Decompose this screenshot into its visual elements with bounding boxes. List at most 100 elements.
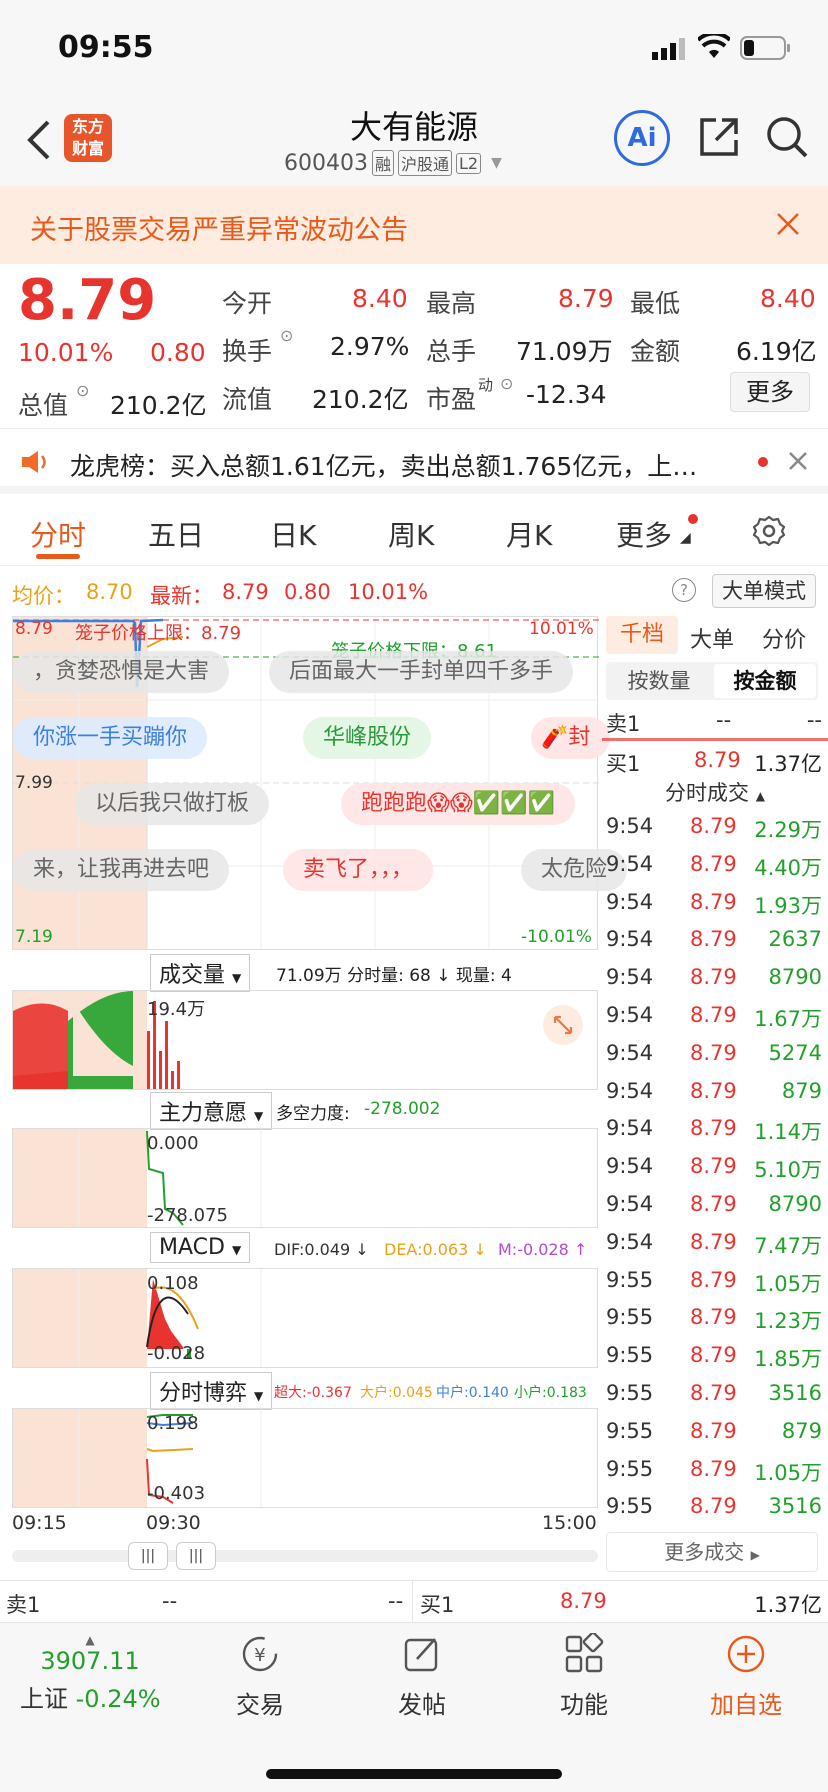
tick-time: 9:55	[606, 1494, 654, 1519]
latest-value: 8.79	[222, 580, 269, 604]
right-tabs: 千档 大单 分价	[602, 614, 828, 658]
home-indicator	[266, 1769, 562, 1779]
game-indicator-select[interactable]: 分时博弈 ▼	[150, 1372, 273, 1410]
expand-icon[interactable]	[543, 1005, 583, 1045]
tick-price: 8.79	[690, 1078, 737, 1103]
nav-function[interactable]: 功能	[514, 1631, 654, 1720]
open-value: 8.40	[352, 284, 408, 313]
tick-price: 8.79	[690, 1116, 737, 1141]
tick-volume: 1.93万	[754, 893, 822, 918]
tick-row: 9:55 8.79 1.05万	[602, 1457, 828, 1493]
big-order-mode-button[interactable]: 大单模式	[712, 574, 816, 608]
info-icon[interactable]: ⊙	[500, 374, 513, 393]
tag-margin: 融	[371, 150, 394, 176]
tab-5day[interactable]: 五日	[148, 514, 204, 554]
intraday-price-chart[interactable]: 8.79 笼子价格上限：8.79 笼子价格下限：8.61 10.01% 7.99…	[12, 616, 628, 950]
tick-row: 9:55 8.79 879	[602, 1419, 828, 1455]
trade-icon: ¥	[242, 1636, 278, 1672]
latest-label: 最新：	[150, 584, 213, 608]
tick-row: 9:54 8.79 5274	[602, 1041, 828, 1077]
force-chart[interactable]: 0.000 -278.075	[12, 1128, 598, 1228]
tick-row: 9:55 8.79 3516	[602, 1381, 828, 1417]
volume-chart-svg	[13, 991, 180, 1089]
volume-chart[interactable]: 19.4万	[12, 990, 598, 1090]
danmu-bubble[interactable]: 🧨封	[531, 717, 611, 759]
more-button[interactable]: 更多	[730, 372, 810, 412]
tab-big-order[interactable]: 大单	[690, 622, 734, 654]
subtab-by-amount[interactable]: 按金额	[714, 664, 816, 698]
gear-icon[interactable]	[752, 514, 786, 552]
danmu-bubble[interactable]: 跑跑跑😱😱✅✅✅	[341, 783, 576, 825]
ai-button[interactable]: Ai	[614, 110, 670, 166]
macd-panel-header: MACD ▼ DIF:0.049 ↓ DEA:0.063 ↓ M:-0.028 …	[12, 1230, 598, 1268]
tab-daily-k[interactable]: 日K	[270, 514, 316, 554]
tick-volume: 5.10万	[754, 1158, 822, 1183]
quote-panel: 8.79 10.01% 0.80 总值 ⊙ 210.2亿 今开 8.40 最高 …	[0, 264, 828, 424]
index-quote[interactable]: ▲ 3907.11 上证 -0.24%	[20, 1633, 161, 1714]
tab-intraday[interactable]: 分时	[30, 514, 86, 554]
force-indicator-select[interactable]: 主力意愿 ▼	[150, 1092, 273, 1130]
index-name: 上证	[20, 1685, 68, 1713]
wifi-icon	[696, 31, 732, 64]
close-icon[interactable]	[776, 212, 800, 240]
scroll-handle-left[interactable]: |||	[128, 1542, 168, 1570]
info-icon[interactable]: ⊙	[280, 326, 293, 345]
macd-m: M:-0.028 ↑	[498, 1240, 588, 1259]
notice-banner[interactable]: 关于股票交易严重异常波动公告	[0, 186, 828, 264]
danmu-bubble[interactable]: 以后我只做打板	[75, 783, 270, 825]
change-pct: 10.01%	[18, 338, 114, 367]
info-icon[interactable]: ⊙	[76, 381, 89, 400]
tab-weekly-k[interactable]: 周K	[388, 514, 434, 554]
avg-value: 8.70	[86, 580, 133, 604]
danmu-bubble[interactable]: 后面最大一手封单四千多手	[269, 651, 574, 693]
tick-row: 9:54 8.79 1.93万	[602, 890, 828, 926]
tab-depth[interactable]: 千档	[606, 616, 678, 654]
lhb-banner[interactable]: 龙虎榜：买入总额1.61亿元，卖出总额1.765亿元，上…	[0, 428, 828, 494]
tab-price-dist[interactable]: 分价	[762, 622, 806, 654]
high-label: 最高	[426, 289, 477, 318]
danmu-bubble[interactable]: 你涨一手买蹦你	[13, 717, 208, 759]
macd-indicator-select[interactable]: MACD ▼	[150, 1232, 251, 1263]
danmu-bubble[interactable]: 卖飞了，，，	[283, 849, 434, 891]
scroll-handle-right[interactable]: |||	[176, 1542, 216, 1570]
tab-more[interactable]: 更多	[616, 514, 672, 554]
ticks-title[interactable]: 分时成交 ▲	[602, 774, 828, 812]
tick-row: 9:54 8.79 1.14万	[602, 1116, 828, 1152]
danmu-bubble[interactable]: 来，让我再进去吧	[13, 849, 230, 891]
close-icon[interactable]	[788, 451, 808, 475]
latest-chg: 0.80	[284, 580, 331, 604]
tick-row: 9:54 8.79 2637	[602, 927, 828, 963]
danmu-bubble[interactable]: ，贪婪恐惧是大害	[13, 651, 230, 693]
subtab-by-qty[interactable]: 按数量	[606, 662, 712, 700]
help-icon[interactable]: ?	[672, 578, 696, 602]
macd-chart[interactable]: 0.108 -0.028	[12, 1268, 598, 1368]
buy1-price: 8.79	[694, 748, 741, 772]
tick-volume: 1.85万	[754, 1347, 822, 1372]
game-super: 超大:-0.367	[274, 1385, 352, 1401]
tick-time: 9:54	[606, 927, 654, 952]
nav-trade[interactable]: ¥ 交易	[190, 1633, 330, 1720]
tick-row: 9:54 8.79 879	[602, 1079, 828, 1115]
plus-circle-icon	[727, 1635, 765, 1673]
game-chart[interactable]: 0.198 -0.403	[12, 1408, 598, 1508]
chevron-down-icon[interactable]: ▼	[491, 155, 502, 171]
nav-post[interactable]: 发帖	[352, 1633, 492, 1720]
high-value: 8.79	[558, 284, 614, 313]
tick-price: 8.79	[690, 1040, 737, 1065]
volume-indicator-select[interactable]: 成交量 ▼	[150, 954, 251, 992]
tick-price: 8.79	[690, 1418, 737, 1443]
macd-chart-svg	[78, 1269, 262, 1367]
search-icon[interactable]	[764, 114, 810, 164]
strip-sell1-price: --	[162, 1589, 178, 1613]
chevron-down-icon: ▼	[254, 1109, 264, 1123]
chart-scrollbar[interactable]	[12, 1550, 598, 1562]
danmu-bubble[interactable]: 华峰股份	[303, 717, 432, 759]
more-ticks-button[interactable]: 更多成交 ▶	[606, 1532, 818, 1572]
battery-icon	[740, 36, 792, 64]
tick-price: 8.79	[690, 814, 737, 838]
share-icon[interactable]	[696, 114, 742, 164]
tick-time: 9:54	[606, 1192, 654, 1216]
tab-monthly-k[interactable]: 月K	[506, 514, 552, 554]
nav-add-watchlist[interactable]: 加自选	[676, 1633, 816, 1720]
edit-icon	[404, 1638, 438, 1672]
